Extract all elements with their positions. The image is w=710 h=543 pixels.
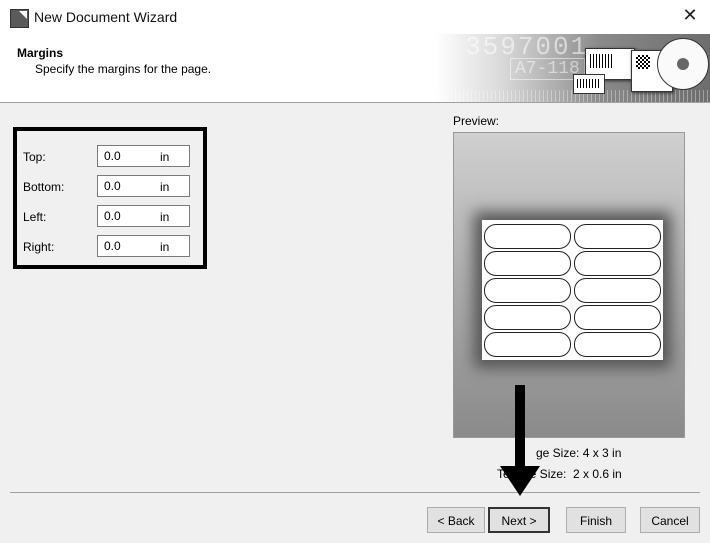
margin-row-right: Right: in [23, 235, 198, 259]
back-button[interactable]: < Back [427, 507, 485, 533]
top-margin-input[interactable] [98, 146, 159, 166]
footer-divider [10, 492, 700, 493]
label-cell [574, 224, 661, 249]
arrow-down-icon [500, 466, 540, 496]
arrow-down-icon-shaft [515, 385, 525, 467]
right-margin-input[interactable] [98, 236, 159, 256]
preview-panel [453, 132, 685, 438]
bottom-margin-label: Bottom: [23, 180, 65, 194]
left-margin-input[interactable] [98, 206, 159, 226]
label-cell [574, 278, 661, 303]
bottom-margin-input[interactable] [98, 176, 159, 196]
margin-row-bottom: Bottom: in [23, 175, 198, 199]
left-margin-label: Left: [23, 210, 47, 224]
window-title: New Document Wizard [34, 9, 178, 25]
margin-row-left: Left: in [23, 205, 198, 229]
wizard-header: Margins Specify the margins for the page… [0, 34, 710, 103]
label-cell [574, 251, 661, 276]
cancel-button[interactable]: Cancel [640, 507, 700, 533]
preview-label: Preview: [453, 114, 500, 128]
right-margin-field[interactable]: in [97, 235, 190, 257]
header-banner-image: 3597001 A7-118 [435, 34, 710, 102]
top-margin-field[interactable]: in [97, 145, 190, 167]
label-cell [484, 251, 571, 276]
right-margin-label: Right: [23, 240, 55, 254]
label-cell [574, 332, 661, 357]
label-cell [484, 278, 571, 303]
label-cell [574, 305, 661, 330]
preview-page [482, 220, 663, 360]
label-illustration [573, 74, 605, 94]
top-margin-unit: in [160, 150, 170, 164]
label-cell [484, 224, 571, 249]
title-bar: New Document Wizard ✕ [0, 0, 710, 34]
disc-illustration [657, 38, 709, 90]
label-cell [484, 332, 571, 357]
left-margin-field[interactable]: in [97, 205, 190, 227]
next-button[interactable]: Next > [488, 507, 550, 533]
right-margin-unit: in [160, 240, 170, 254]
left-margin-unit: in [160, 210, 170, 224]
bottom-margin-unit: in [160, 180, 170, 194]
top-margin-label: Top: [23, 150, 46, 164]
step-title: Margins [17, 46, 64, 60]
close-icon[interactable]: ✕ [680, 5, 700, 26]
page-size-text: ge Size: 4 x 3 in [536, 446, 622, 460]
margins-group: Top: in Bottom: in Left: in Right: in [13, 127, 207, 269]
step-subtitle: Specify the margins for the page. [35, 62, 212, 76]
label-cell [484, 305, 571, 330]
bottom-margin-field[interactable]: in [97, 175, 190, 197]
document-icon [10, 9, 29, 28]
finish-button[interactable]: Finish [566, 507, 626, 533]
margin-row-top: Top: in [23, 145, 198, 169]
